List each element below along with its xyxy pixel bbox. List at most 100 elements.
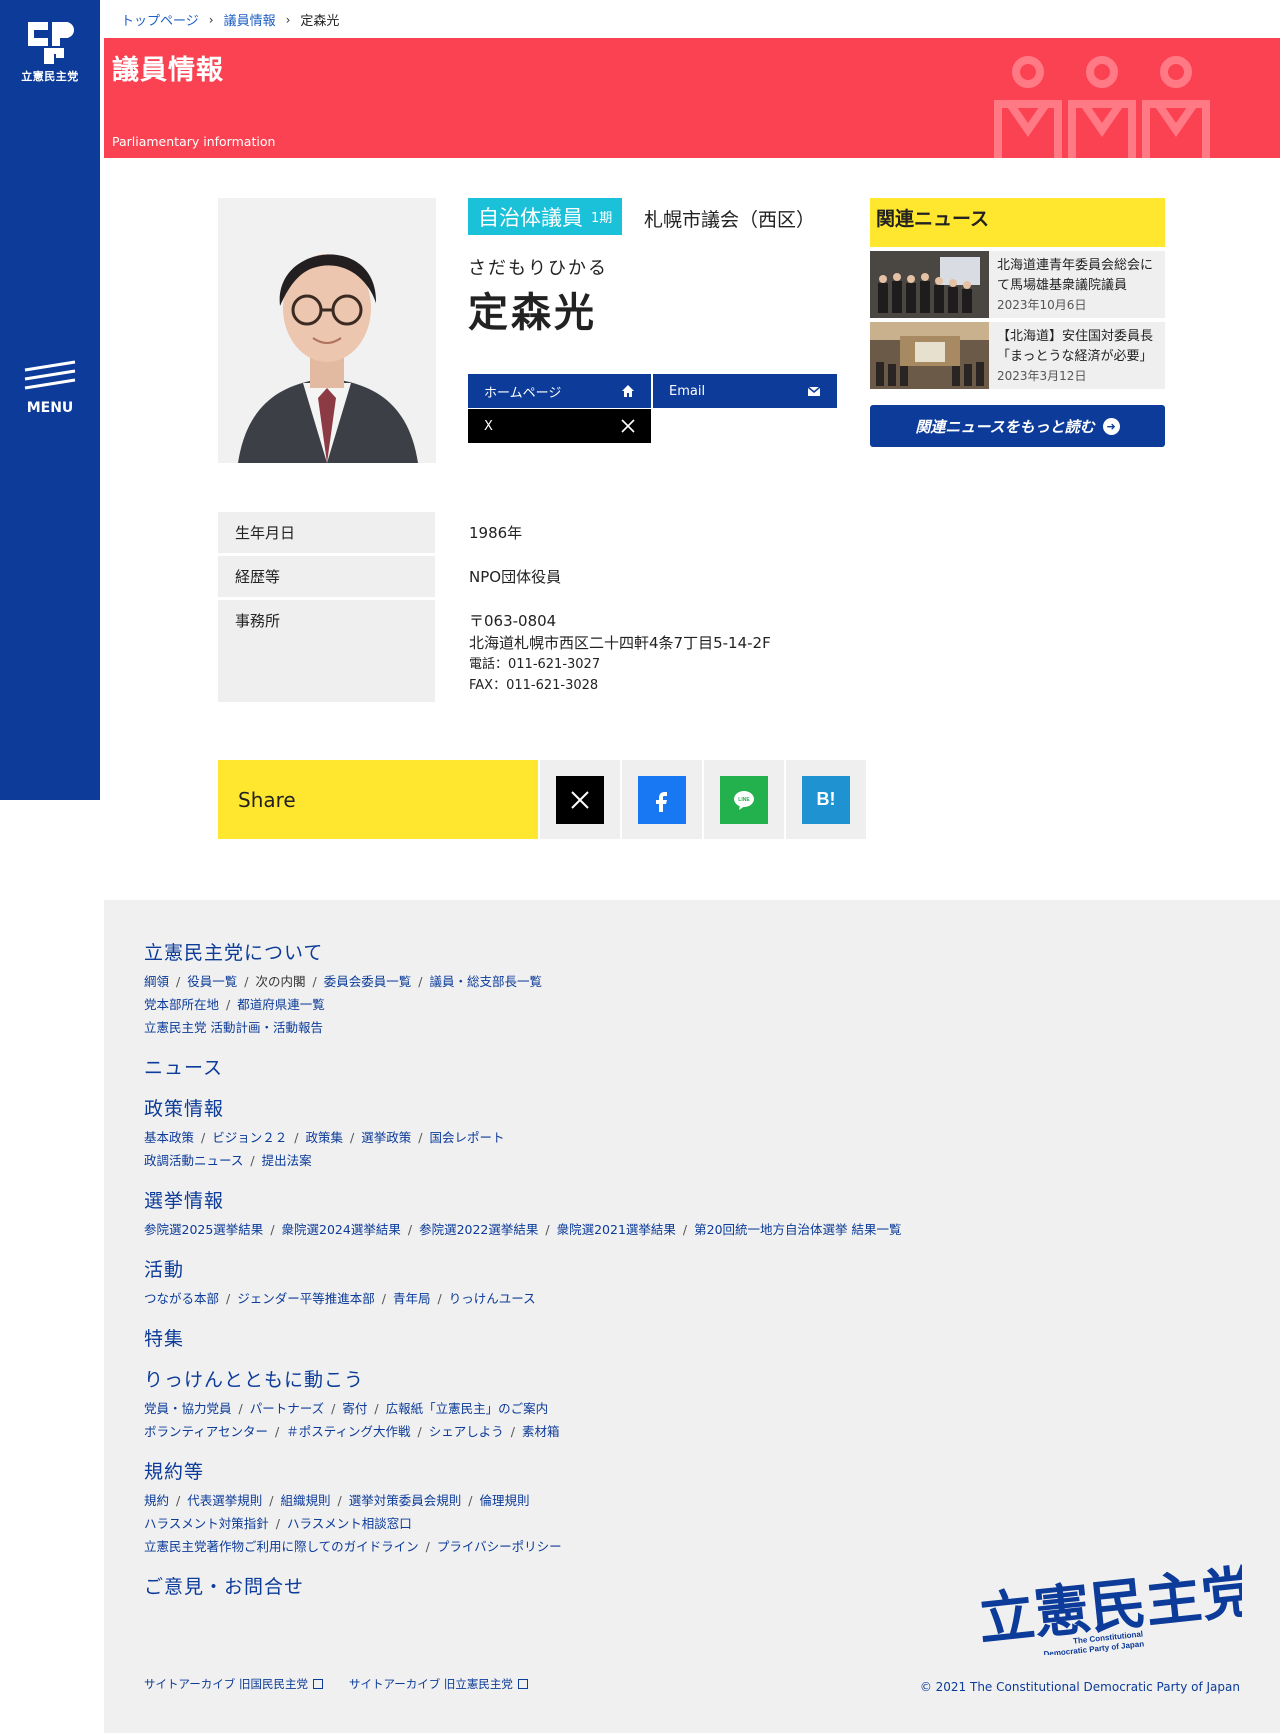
footer-link[interactable]: 選挙対策委員会規則 <box>349 1493 462 1508</box>
footer-link[interactable]: プライバシーポリシー <box>437 1539 562 1554</box>
footer-section-heading[interactable]: ニュース <box>144 1053 1044 1080</box>
footer-link[interactable]: パートナーズ <box>250 1401 324 1416</box>
profile-row-office: 事務所 〒063-0804 北海道札幌市西区二十四軒4条7丁目5-14-2F 電… <box>218 600 818 702</box>
footer-link[interactable]: 政調活動ニュース <box>144 1153 243 1168</box>
x-button[interactable]: X <box>468 409 651 443</box>
footer-section-heading[interactable]: 政策情報 <box>144 1094 1044 1121</box>
footer-link[interactable]: ハラスメント相談窓口 <box>287 1516 412 1531</box>
footer-link[interactable]: 政策集 <box>305 1130 343 1145</box>
footer-section-heading[interactable]: 特集 <box>144 1324 1044 1351</box>
footer-link[interactable]: 参院選2025選挙結果 <box>144 1222 263 1237</box>
share-facebook-button[interactable] <box>638 775 686 824</box>
footer-link[interactable]: 衆院選2021選挙結果 <box>557 1222 676 1237</box>
office-tel: 電話：011-621-3027 <box>469 657 601 672</box>
news-item[interactable]: 【北海道】安住国対委員長「まっとうな経済が必要」 2023年3月12日 <box>870 322 1165 389</box>
more-news-button[interactable]: 関連ニュースをもっと読む ➜ <box>870 405 1165 447</box>
footer-link[interactable]: 立憲民主党 活動計画・活動報告 <box>144 1020 323 1035</box>
menu-button[interactable]: MENU <box>0 360 100 416</box>
share-hatena-cell: B! <box>786 760 866 839</box>
footer-link[interactable]: 基本政策 <box>144 1130 194 1145</box>
office-fax: FAX：011-621-3028 <box>469 678 599 693</box>
footer-link[interactable]: 広報紙「立憲民主」のご案内 <box>386 1401 549 1416</box>
cdp-logo-icon <box>22 18 78 66</box>
footer-link[interactable]: 提出法案 <box>262 1153 312 1168</box>
hatena-icon: B! <box>816 789 836 809</box>
share-x-cell <box>540 760 620 839</box>
footer-link[interactable]: 寄付 <box>342 1401 367 1416</box>
office-zip: 〒063-0804 <box>469 612 557 630</box>
profile-label: 生年月日 <box>218 512 435 553</box>
archive-link-cdp[interactable]: サイトアーカイブ 旧立憲民主党 <box>349 1676 528 1692</box>
footer-link[interactable]: 組織規則 <box>280 1493 330 1508</box>
footer-link-row: 綱領 / 役員一覧 / 次の内閣 / 委員会委員一覧 / 議員・総支部長一覧 <box>144 970 1044 993</box>
footer-link[interactable]: ハラスメント対策指針 <box>144 1516 269 1531</box>
footer-link[interactable]: シェアしよう <box>429 1424 504 1439</box>
footer-section-heading[interactable]: 活動 <box>144 1255 1044 1282</box>
member-type: 自治体議員 <box>478 205 583 230</box>
email-button[interactable]: Email <box>653 374 837 408</box>
footer-link[interactable]: りっけんユース <box>449 1291 536 1306</box>
breadcrumb-top-link[interactable]: トップページ <box>121 10 199 29</box>
footer-link[interactable]: 党員・協力党員 <box>144 1401 232 1416</box>
archive-link-dpfp[interactable]: サイトアーカイブ 旧国民民主党 <box>144 1676 323 1692</box>
footer-link-separator: / <box>418 974 423 989</box>
footer-link-separator: / <box>331 1401 336 1416</box>
share-x-button[interactable] <box>556 775 604 824</box>
footer-link[interactable]: ビジョン２２ <box>212 1130 287 1145</box>
facebook-icon <box>656 791 667 812</box>
footer-link-row: 党本部所在地 / 都道府県連一覧 <box>144 993 1044 1016</box>
footer-link-separator: / <box>381 1291 386 1306</box>
footer-link[interactable]: 次の内閣 <box>255 974 305 989</box>
footer-link[interactable]: ジェンダー平等推進本部 <box>237 1291 375 1306</box>
share-line-button[interactable]: LINE <box>720 775 768 824</box>
arrow-right-icon: ➜ <box>1102 417 1120 435</box>
footer-link[interactable]: 都道府県連一覧 <box>237 997 325 1012</box>
footer-link[interactable]: 規約 <box>144 1493 169 1508</box>
footer-link[interactable]: 倫理規則 <box>479 1493 529 1508</box>
footer-link[interactable]: ボランティアセンター <box>144 1424 268 1439</box>
x-label: X <box>484 418 493 434</box>
footer-link[interactable]: つながる本部 <box>144 1291 219 1306</box>
news-item[interactable]: 北海道連青年委員会総会にて馬場雄基衆議院議員 2023年10月6日 <box>870 251 1165 318</box>
footer-section-heading[interactable]: 選挙情報 <box>144 1186 1044 1213</box>
footer-link[interactable]: 第20回統一地方自治体選挙 結果一覧 <box>694 1222 901 1237</box>
breadcrumb-members-link[interactable]: 議員情報 <box>224 10 276 29</box>
profile-label: 事務所 <box>218 600 435 702</box>
share-hatena-button[interactable]: B! <box>802 775 850 824</box>
footer-link[interactable]: 素材箱 <box>522 1424 560 1439</box>
footer-section-heading[interactable]: 規約等 <box>144 1457 1044 1484</box>
footer-link-separator: / <box>226 1291 231 1306</box>
footer-link[interactable]: 役員一覧 <box>187 974 237 989</box>
footer-link[interactable]: 参院選2022選挙結果 <box>419 1222 538 1237</box>
footer-link-separator: / <box>349 1130 355 1145</box>
footer-link-separator: / <box>468 1493 473 1508</box>
footer-link[interactable]: 衆院選2024選挙結果 <box>282 1222 401 1237</box>
footer-link-separator: / <box>337 1493 342 1508</box>
footer-section: 規約等 規約 / 代表選挙規則 / 組織規則 / 選挙対策委員会規則 / 倫理規則 ハラスメント対策… <box>144 1457 1044 1558</box>
footer-section-heading[interactable]: りっけんとともに動こう <box>144 1365 1044 1392</box>
homepage-button[interactable]: ホームページ <box>468 374 651 408</box>
footer-link[interactable]: 綱領 <box>144 974 169 989</box>
footer-link[interactable]: 議員・総支部長一覧 <box>429 974 542 989</box>
people-figures-icon <box>994 56 1210 158</box>
site-logo[interactable]: 立憲民主党 <box>0 18 100 84</box>
footer-link[interactable]: 国会レポート <box>429 1130 504 1145</box>
footer-section-heading[interactable]: ご意見・お問合せ <box>144 1572 1044 1599</box>
footer-link[interactable]: 党本部所在地 <box>144 997 219 1012</box>
line-icon-text: LINE <box>738 797 750 803</box>
footer-link[interactable]: 代表選挙規則 <box>187 1493 262 1508</box>
footer-link-row: 立憲民主党 活動計画・活動報告 <box>144 1016 1044 1039</box>
share-label: Share <box>218 760 538 839</box>
footer-logo[interactable]: 立憲民主党 The Constitutional Democratic Part… <box>972 1559 1260 1658</box>
member-term: 1期 <box>591 211 613 226</box>
line-icon: LINE <box>734 790 754 810</box>
profile-value: 〒063-0804 北海道札幌市西区二十四軒4条7丁目5-14-2F 電話：01… <box>435 600 771 702</box>
portrait-image <box>218 198 436 463</box>
footer-link[interactable]: ＃ポスティング大作戦 <box>286 1424 410 1439</box>
footer-section-heading[interactable]: 立憲民主党について <box>144 938 1044 965</box>
footer-link[interactable]: 立憲民主党著作物ご利用に際してのガイドライン <box>144 1539 419 1554</box>
archive-link-label: サイトアーカイブ 旧立憲民主党 <box>348 1677 513 1691</box>
footer-link[interactable]: 委員会委員一覧 <box>324 974 412 989</box>
footer-link[interactable]: 青年局 <box>393 1291 431 1306</box>
footer-link[interactable]: 選挙政策 <box>361 1130 411 1145</box>
